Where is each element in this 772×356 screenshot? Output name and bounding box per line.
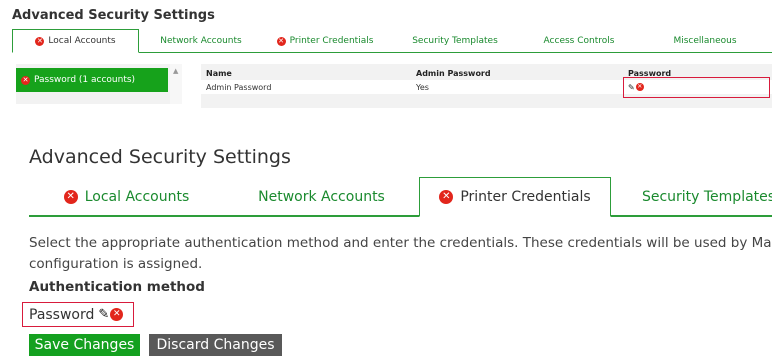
error-icon: ✕ xyxy=(63,190,78,204)
tab-label: Security Templates xyxy=(641,189,772,205)
top-tab-bar: ✕ Local Accounts Network Accounts ✕ Prin… xyxy=(12,29,772,53)
discard-changes-button[interactable]: Discard Changes xyxy=(149,334,282,356)
top-tab-security-templates[interactable]: Security Templates xyxy=(390,29,520,53)
tab-local-accounts[interactable]: ✕ Local Accounts xyxy=(29,177,224,217)
highlight-password-cell xyxy=(623,77,770,98)
top-tab-label: Security Templates xyxy=(412,36,498,46)
top-tab-label: Network Accounts xyxy=(160,36,242,46)
table-cell-admin-password: Yes xyxy=(416,82,429,92)
tab-printer-credentials[interactable]: ✕ Printer Credentials xyxy=(419,177,611,217)
authentication-method-value: Password ✎ ✕ xyxy=(22,302,134,327)
table-cell-name: Admin Password xyxy=(206,82,272,92)
description-line-2: configuration is assigned. xyxy=(29,256,203,272)
error-icon: ✕ xyxy=(21,75,30,85)
sidebar-scrollbar[interactable]: ▲ xyxy=(170,64,182,104)
column-header-admin-password[interactable]: Admin Password xyxy=(416,68,491,79)
top-settings-panel: Advanced Security Settings ✕ Local Accou… xyxy=(0,0,772,114)
tab-network-accounts[interactable]: Network Accounts xyxy=(224,177,419,217)
top-tab-network-accounts[interactable]: Network Accounts xyxy=(142,29,260,53)
scroll-up-icon[interactable]: ▲ xyxy=(173,67,178,75)
top-tab-label: Miscellaneous xyxy=(673,36,737,46)
error-icon: ✕ xyxy=(35,36,45,46)
top-tab-label: Local Accounts xyxy=(48,36,116,46)
pencil-icon[interactable]: ✎ xyxy=(98,307,109,322)
top-tab-local-accounts[interactable]: ✕ Local Accounts xyxy=(12,29,139,53)
tab-label: Local Accounts xyxy=(84,189,190,205)
tab-security-templates[interactable]: Security Templates xyxy=(611,177,772,217)
top-tab-miscellaneous[interactable]: Miscellaneous xyxy=(638,29,772,53)
column-header-name[interactable]: Name xyxy=(206,68,232,79)
top-tab-label: Printer Credentials xyxy=(289,36,374,46)
error-icon: ✕ xyxy=(276,36,286,46)
top-tab-label: Access Controls xyxy=(543,36,615,46)
description-text: Select the appropriate authentication me… xyxy=(29,233,772,275)
tab-label: Network Accounts xyxy=(258,189,385,205)
top-account-list: ✕ Password (1 accounts) ▲ xyxy=(16,64,182,104)
top-tab-access-controls[interactable]: Access Controls xyxy=(520,29,638,53)
top-tab-printer-credentials[interactable]: ✕ Printer Credentials xyxy=(260,29,390,53)
error-icon: ✕ xyxy=(110,308,124,321)
sidebar-item-password[interactable]: ✕ Password (1 accounts) xyxy=(16,68,168,92)
description-line-1: Select the appropriate authentication me… xyxy=(29,235,772,251)
save-changes-button[interactable]: Save Changes xyxy=(29,334,140,356)
tab-label: Printer Credentials xyxy=(460,189,591,205)
error-icon: ✕ xyxy=(439,190,454,204)
tab-bar: ✕ Local Accounts Network Accounts ✕ Prin… xyxy=(29,177,772,217)
sidebar-item-label: Password (1 accounts) xyxy=(34,75,136,85)
authentication-method-label: Authentication method xyxy=(29,279,205,295)
page-title: Advanced Security Settings xyxy=(29,146,291,168)
authentication-method-text: Password xyxy=(29,306,95,323)
top-page-title: Advanced Security Settings xyxy=(12,8,215,23)
